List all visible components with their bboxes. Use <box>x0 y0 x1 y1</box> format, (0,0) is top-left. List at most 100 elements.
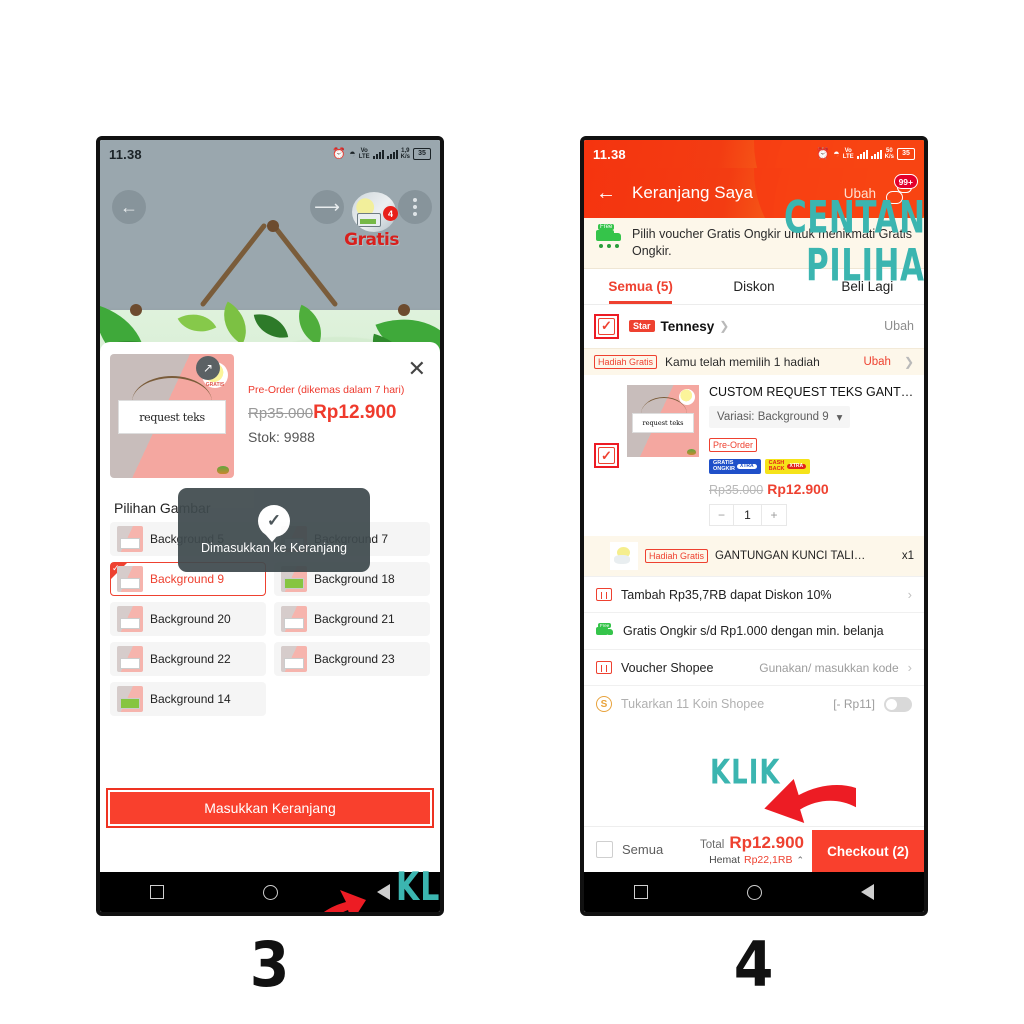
share-button[interactable]: ⟶ <box>310 190 344 224</box>
alarm-icon: ⏰ <box>816 147 831 160</box>
gift-edit-button[interactable]: Ubah <box>863 356 891 368</box>
promo-row-shipping[interactable]: Free Gratis Ongkir s/d Rp1.000 dengan mi… <box>584 612 924 650</box>
cart-item-info: CUSTOM REQUEST TEKS GANT… Variasi: Backg… <box>699 385 914 527</box>
back-arrow-icon[interactable]: ← <box>596 182 616 205</box>
turtle-icon <box>687 448 696 455</box>
variation-selector[interactable]: Variasi: Background 9 ▾ <box>709 405 851 428</box>
savings-label: Hemat <box>709 854 740 866</box>
option-thumb-icon <box>281 606 307 632</box>
cart-item-price: Rp35.000 Rp12.900 <box>709 481 914 497</box>
promo-badges: GRATIS ONGKIR XTRA CASH BACK XTRA <box>709 458 914 475</box>
background-option-22[interactable]: Background 22 <box>110 642 266 676</box>
chevron-right-icon: ❯ <box>719 319 730 334</box>
free-gift-tag: Hadiah Gratis <box>645 549 709 564</box>
free-gift-item-row: Hadiah Gratis GANTUNGAN KUNCI TALI… x1 <box>584 536 924 577</box>
android-nav-bar-right <box>584 872 924 912</box>
back-nav-button[interactable] <box>377 884 391 900</box>
item-checkbox[interactable]: ✓ <box>598 447 615 465</box>
thumb-rope <box>132 376 212 402</box>
item-qty-increment[interactable]: + <box>762 505 786 525</box>
background-option-23[interactable]: Background 23 <box>274 642 430 676</box>
left-status-bar: 11.38 ⏰ ◓ Vo LTE 1,9 K/s 35 <box>100 140 440 168</box>
android-nav-bar-left <box>100 872 440 912</box>
promo-row-coins[interactable]: S Tukarkan 11 Koin Shopee [- Rp11] <box>584 685 924 723</box>
expand-image-icon[interactable]: ↗ <box>196 356 220 380</box>
promo-text: Tambah Rp35,7RB dapat Diskon 10% <box>621 587 832 602</box>
option-label: Background 14 <box>150 692 231 706</box>
recents-button[interactable] <box>633 885 648 899</box>
option-thumb-icon <box>117 526 143 552</box>
right-status-bar-wrap: 11.38 ⏰ ◓ Vo LTE 50 K/s 35 <box>584 140 924 168</box>
promo-row-voucher[interactable]: Voucher Shopee Gunakan/ masukkan kode › <box>584 649 924 686</box>
cart-item-quantity-stepper[interactable]: − 1 + <box>709 504 787 527</box>
signal-bars-icon-1 <box>856 149 868 159</box>
step-number-4: 4 <box>733 928 774 1001</box>
free-gift-banner[interactable]: Hadiah Gratis Kamu telah memilih 1 hadia… <box>584 347 924 375</box>
chat-unread-badge: 99+ <box>893 174 918 189</box>
network-speed-indicator: 1,9 K/s <box>400 148 410 160</box>
poster-canvas: 11.38 ⏰ ◓ Vo LTE 1,9 K/s 35 ← ⟶ 4 Gratis… <box>0 0 1024 1024</box>
turtle-icon <box>217 466 229 474</box>
coin-icon: S <box>596 696 612 713</box>
chevron-right-icon: › <box>907 587 912 603</box>
background-option-14[interactable]: Background 14 <box>110 682 266 716</box>
tab-diskon[interactable]: Diskon <box>697 269 810 304</box>
sheet-price-info: Pre-Order (dikemas dalam 7 hari) Rp35.00… <box>234 354 430 478</box>
network-speed-indicator: 50 K/s <box>884 148 894 160</box>
background-option-20[interactable]: Background 20 <box>110 602 266 636</box>
back-button[interactable]: ← <box>112 190 146 224</box>
added-to-cart-toast: ✓ Dimasukkan ke Keranjang <box>178 488 370 572</box>
back-arrow-icon: ← <box>120 196 138 217</box>
close-sheet-button[interactable]: ✕ <box>408 358 426 380</box>
volte-icon: Vo LTE <box>358 148 370 160</box>
wifi-icon: ◓ <box>833 147 840 160</box>
select-all-checkbox[interactable] <box>596 841 613 858</box>
option-label: Background 20 <box>150 612 231 626</box>
free-gift-qty: x1 <box>901 550 914 563</box>
total-label: Total <box>700 839 725 851</box>
star-shop-badge: Star <box>629 320 655 333</box>
right-status-bar: 11.38 ⏰ ◓ Vo LTE 50 K/s 35 <box>584 140 924 168</box>
option-thumb-icon <box>117 686 143 712</box>
hadiah-gratis-tag: Hadiah Gratis <box>594 354 658 369</box>
tab-semua[interactable]: Semua (5) <box>584 269 697 304</box>
item-qty-decrement[interactable]: − <box>710 505 734 526</box>
variation-label: Variasi: Background 9 <box>717 410 829 423</box>
cart-count-badge: 4 <box>383 206 398 221</box>
shop-name[interactable]: Tennesy <box>661 319 715 334</box>
floating-cart-promo[interactable]: 4 Gratis <box>344 192 399 250</box>
coin-toggle[interactable] <box>884 696 912 712</box>
share-icon: ⟶ <box>314 196 340 217</box>
klik-arrow-annotation <box>324 890 366 912</box>
coin-discount-hint: [- Rp11] <box>833 697 875 712</box>
check-bubble-icon: ✓ <box>258 505 290 542</box>
option-thumb-icon <box>117 606 143 632</box>
sheet-header: request teks GRATIS ↗ Pre-Order (dikemas… <box>100 342 440 486</box>
cart-item-name: CUSTOM REQUEST TEKS GANT… <box>709 384 914 399</box>
recents-button[interactable] <box>149 885 164 899</box>
stock-text: Stok: 9988 <box>248 429 315 445</box>
home-button[interactable] <box>746 884 762 900</box>
thumb-sign-text: request teks <box>632 412 694 433</box>
home-button[interactable] <box>262 884 278 900</box>
promo-text: Tukarkan 11 Koin Shopee <box>621 697 765 712</box>
promo-row-discount[interactable]: Tambah Rp35,7RB dapat Diskon 10% › <box>584 576 924 613</box>
right-screen: 11.38 ⏰ ◓ Vo LTE 50 K/s 35 ← Keranjang S… <box>584 140 924 912</box>
gratis-ongkir-badge: GRATIS ONGKIR XTRA <box>709 458 761 475</box>
battery-icon: 35 <box>897 148 915 160</box>
ticket-icon <box>596 588 612 602</box>
wifi-icon: ◓ <box>349 147 356 160</box>
alarm-icon: ⏰ <box>332 147 347 160</box>
cart-item-thumbnail[interactable]: request teks <box>627 384 699 457</box>
item-original-price: Rp35.000 <box>709 483 764 498</box>
add-to-cart-button[interactable]: Masukkan Keranjang <box>108 790 432 826</box>
background-option-21[interactable]: Background 21 <box>274 602 430 636</box>
promo-hint: Gunakan/ masukkan kode <box>759 660 899 675</box>
truck-icon: Free <box>596 224 622 248</box>
more-options-button[interactable] <box>398 190 432 224</box>
more-options-icon <box>413 198 417 216</box>
shop-checkbox[interactable]: ✓ <box>598 317 615 335</box>
shop-edit-button[interactable]: Ubah <box>884 319 914 333</box>
back-nav-button[interactable] <box>861 884 875 900</box>
left-screen: 11.38 ⏰ ◓ Vo LTE 1,9 K/s 35 ← ⟶ 4 Gratis… <box>100 140 440 912</box>
